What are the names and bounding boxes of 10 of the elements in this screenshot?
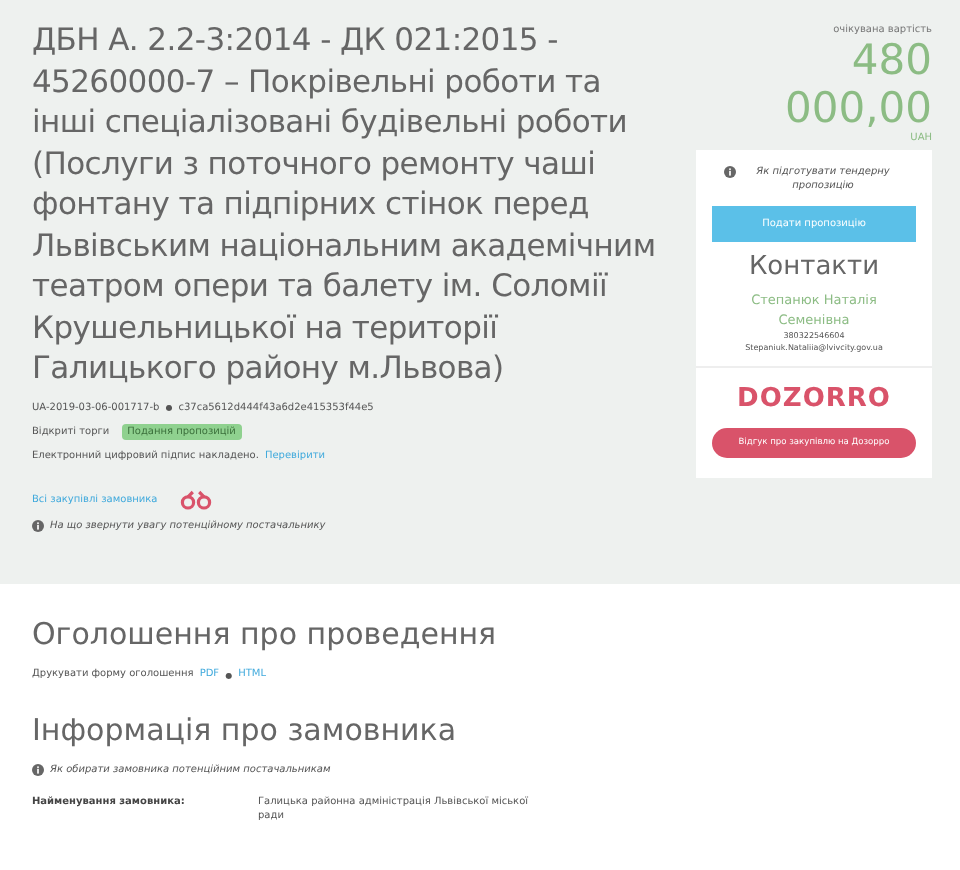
binoculars-icon — [179, 489, 212, 509]
info-icon — [32, 519, 44, 531]
info-icon — [724, 166, 736, 178]
announcement-heading: Оголошення про проведення — [32, 616, 499, 652]
price-amount: 480 000,00 — [783, 36, 932, 132]
tender-title: ДБН А. 2.2-3:2014 - ДК 021:2015 - 45260000-7 – Покрівельні роботи та інші спеціалізовані будівельні роботи (Послуги з поточного ремонту чаші фонтану та підпірних стінок перед Львівським національним академічним театром опери та балету ім. Соломії Крушельницької на території Галицького району м.Львова) — [32, 20, 658, 389]
buyer-info-heading: Інформація про замовника — [32, 712, 459, 748]
contacts-heading: Контакти — [746, 252, 882, 282]
dozorro-logo: DOZORRO — [735, 384, 893, 414]
info-icon — [32, 764, 44, 776]
